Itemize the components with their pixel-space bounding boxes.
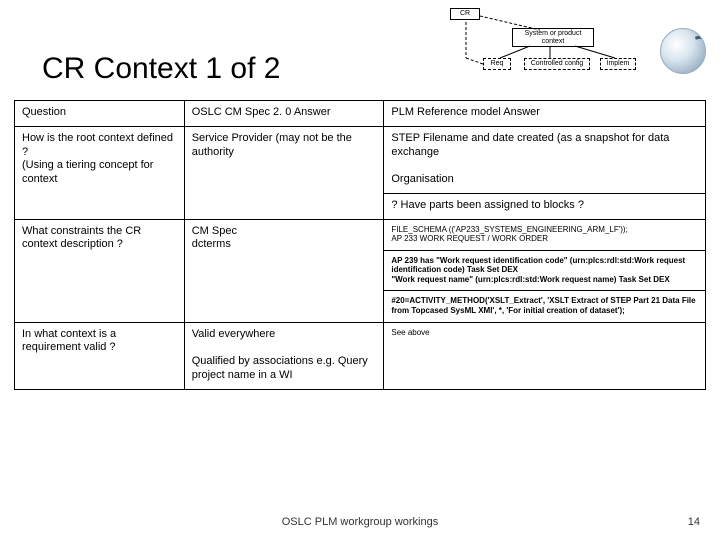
cell-p2a: FILE_SCHEMA (('AP233_SYSTEMS_ENGINEERING… [384,219,706,250]
logo-icon [660,28,706,74]
footer-text: OSLC PLM workgroup workings [0,516,720,528]
text: (Using a tiering concept for context [22,159,153,185]
th-plm: PLM Reference model Answer [384,101,706,127]
cell-a3: Valid everywhere Qualified by associatio… [184,322,384,389]
cell-p3: See above [384,322,706,389]
text: CM Spec [192,225,237,237]
text: Valid everywhere [192,328,276,340]
cell-p1: STEP Filename and date created (as a sna… [384,126,706,193]
text: FILE_SCHEMA (('AP233_SYSTEMS_ENGINEERING… [391,225,627,234]
cell-q3: In what context is a requirement valid ? [15,322,185,389]
page-number: 14 [688,516,700,528]
table-row: In what context is a requirement valid ?… [15,322,706,389]
cell-q2: What constraints the CR context descript… [15,219,185,322]
cell-a1: Service Provider (may not be the authori… [184,126,384,219]
cell-p2c: #20=ACTIVITY_METHOD('XSLT_Extract', 'XSL… [384,291,706,322]
text: dcterms [192,238,231,250]
table-row: What constraints the CR context descript… [15,219,706,250]
cell-a2: CM Spec dcterms [184,219,384,322]
diagram-connectors [420,8,660,88]
text: "Work request name" (urn:plcs:rdl:std:Wo… [391,275,669,284]
context-diagram: CR System or product context Req Control… [420,8,660,88]
text: AP 233 WORK REQUEST / WORK ORDER [391,234,548,243]
text: STEP Filename and date created (as a sna… [391,132,669,158]
table-row: How is the root context defined ? (Using… [15,126,706,193]
cell-p1b: ? Have parts been assigned to blocks ? [384,193,706,219]
content-table: Question OSLC CM Spec 2. 0 Answer PLM Re… [14,100,706,390]
slide-title: CR Context 1 of 2 [42,52,280,86]
th-oslc: OSLC CM Spec 2. 0 Answer [184,101,384,127]
text: Qualified by associations e.g. Query pro… [192,355,368,381]
table-header-row: Question OSLC CM Spec 2. 0 Answer PLM Re… [15,101,706,127]
th-question: Question [15,101,185,127]
text: How is the root context defined ? [22,132,173,158]
text: AP 239 has "Work request identification … [391,256,685,275]
cell-q1: How is the root context defined ? (Using… [15,126,185,219]
cell-p2b: AP 239 has "Work request identification … [384,250,706,291]
text: Organisation [391,173,453,185]
